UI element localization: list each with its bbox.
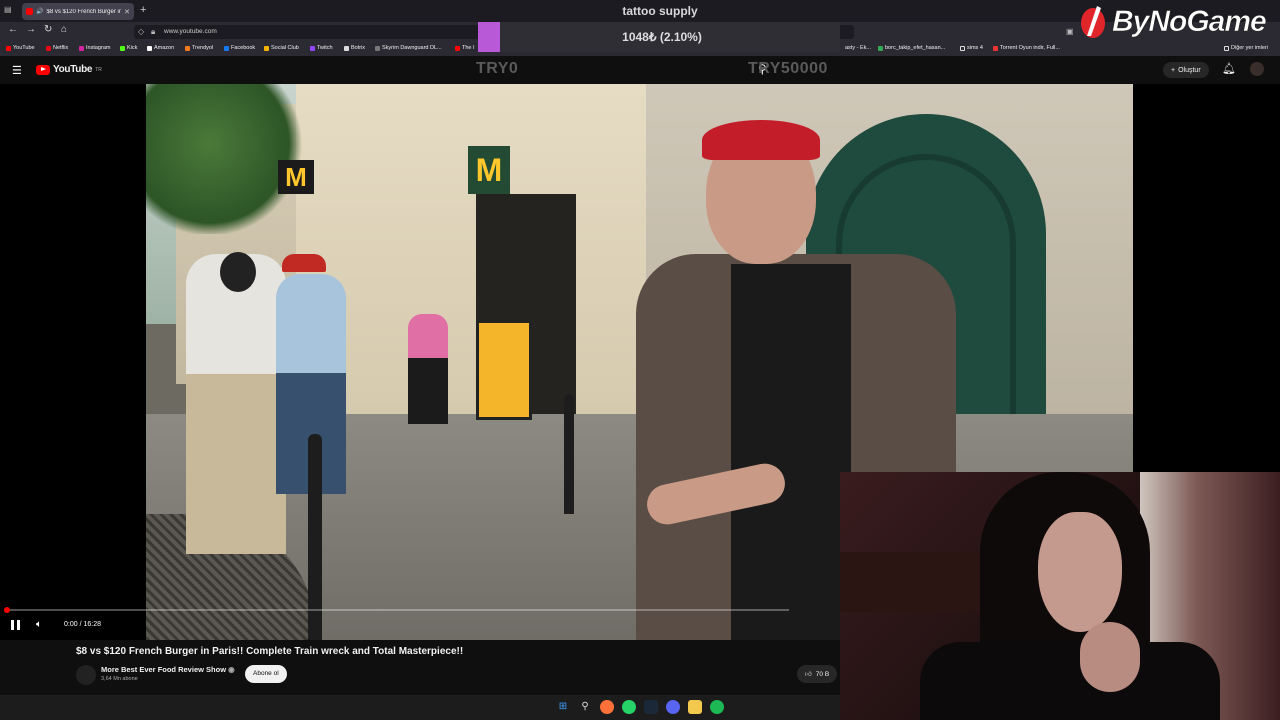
volume-icon[interactable]: 🔈︎ bbox=[36, 619, 42, 630]
menu-icon[interactable]: ☰ bbox=[12, 64, 22, 77]
tab-title: $8 vs $120 French Burger in... bbox=[46, 8, 122, 15]
video-scrubber-handle[interactable] bbox=[4, 607, 10, 613]
spotify-icon[interactable] bbox=[710, 700, 724, 714]
video-progress-bar[interactable] bbox=[6, 609, 789, 611]
webcam-streamer-body bbox=[920, 642, 1220, 720]
webcam-streamer-hand bbox=[1080, 622, 1140, 692]
video-frame-pedestrian-head bbox=[220, 252, 256, 292]
mcdonalds-sign-icon: M bbox=[468, 146, 510, 194]
video-frame-pedestrian-hat bbox=[282, 254, 326, 272]
verified-icon: ◉ bbox=[228, 665, 235, 674]
channel-subscribers: 3,64 Mn abone bbox=[101, 676, 138, 682]
notifications-bell-icon[interactable]: 🔔︎ bbox=[1222, 62, 1236, 75]
youtube-favicon-icon bbox=[26, 8, 33, 15]
avatar[interactable] bbox=[1250, 62, 1264, 76]
video-frame-host-shirt bbox=[731, 264, 851, 640]
youtube-header bbox=[0, 56, 1280, 84]
channel-name[interactable]: More Best Ever Food Review Show ◉ bbox=[101, 665, 235, 674]
back-icon[interactable]: ← bbox=[8, 24, 18, 35]
create-button[interactable]: + Oluştur bbox=[1163, 62, 1209, 78]
bookmark-item[interactable]: Skyrim Dawnguard DL... bbox=[375, 45, 442, 51]
donation-goal-title: tattoo supply bbox=[622, 4, 698, 18]
video-time: 0:00 / 16:28 bbox=[64, 621, 101, 628]
bookmark-item[interactable]: The I bbox=[455, 45, 475, 51]
bookmark-item[interactable]: Amazon bbox=[147, 45, 174, 51]
bookmark-item[interactable]: Torrent Oyun indir, Full... bbox=[993, 45, 1060, 51]
video-frame-bollard bbox=[564, 394, 574, 514]
file-explorer-icon[interactable] bbox=[688, 700, 702, 714]
youtube-play-icon bbox=[36, 64, 50, 75]
shield-icon[interactable]: ◇ bbox=[138, 27, 144, 36]
windows-start-icon[interactable]: ⊞ bbox=[556, 700, 570, 714]
subscribe-button[interactable]: Abone ol bbox=[245, 665, 287, 683]
bookmark-item[interactable]: YouTube bbox=[6, 45, 35, 51]
video-frame-pedestrian bbox=[408, 314, 448, 424]
pause-icon[interactable] bbox=[11, 620, 20, 630]
bookmark-item[interactable]: Social Club bbox=[264, 45, 299, 51]
picture-in-picture-icon[interactable]: ▣ bbox=[1066, 27, 1074, 36]
steam-icon[interactable] bbox=[644, 700, 658, 714]
bookmark-item[interactable]: asty - Ek... bbox=[845, 45, 871, 51]
other-bookmarks[interactable]: Diğer yer imleri bbox=[1224, 45, 1268, 51]
video-frame-menu-sign bbox=[476, 320, 532, 420]
browser-tab-active[interactable]: 🔊 $8 vs $120 French Burger in... ✕ bbox=[22, 3, 134, 20]
bookmark-item[interactable]: Instagram bbox=[79, 45, 110, 51]
video-frame-host-bandana bbox=[702, 120, 820, 160]
bookmark-item[interactable]: Botrix bbox=[344, 45, 365, 51]
home-icon[interactable]: ⌂ bbox=[61, 24, 67, 35]
discord-icon[interactable] bbox=[666, 700, 680, 714]
bookmark-item[interactable]: borc_takip_efet_hasan... bbox=[878, 45, 945, 51]
thumbs-up-icon: 👍︎ bbox=[805, 671, 812, 678]
bookmark-item[interactable]: Twitch bbox=[310, 45, 333, 51]
like-button[interactable]: 👍︎ 70 B bbox=[797, 665, 838, 683]
webcam-background-table bbox=[840, 552, 1000, 612]
webcam-streamer-face bbox=[1038, 512, 1122, 632]
streamer-webcam bbox=[840, 472, 1280, 720]
search-icon[interactable]: ⚲ bbox=[578, 700, 592, 714]
donation-goal-amount: 1048₺ (2.10%) bbox=[622, 30, 702, 44]
bookmark-item[interactable]: Netflix bbox=[46, 45, 68, 51]
bookmark-folder[interactable]: sims 4 bbox=[960, 45, 983, 51]
youtube-logo[interactable]: YouTube TR bbox=[36, 64, 102, 75]
speaker-icon[interactable]: 🔊 bbox=[36, 8, 43, 15]
new-tab-icon[interactable]: + bbox=[140, 4, 146, 16]
video-frame-tree bbox=[146, 84, 306, 234]
forward-icon[interactable]: → bbox=[26, 24, 36, 35]
firefox-icon[interactable] bbox=[600, 700, 614, 714]
plus-icon: + bbox=[1171, 66, 1176, 74]
bookmark-item[interactable]: Kick bbox=[120, 45, 137, 51]
video-frame-pedestrian bbox=[186, 254, 286, 554]
channel-avatar[interactable] bbox=[76, 665, 96, 685]
tab-list-icon[interactable]: ▤ bbox=[4, 5, 12, 14]
donation-goal-max: TRY50000 bbox=[748, 60, 828, 77]
bynogame-logo: ByNoGame bbox=[1078, 2, 1267, 42]
video-title: $8 vs $120 French Burger in Paris!! Comp… bbox=[76, 646, 464, 657]
donation-goal-min: TRY0 bbox=[476, 60, 519, 77]
whatsapp-icon[interactable] bbox=[622, 700, 636, 714]
close-tab-icon[interactable]: ✕ bbox=[124, 8, 130, 16]
reload-icon[interactable]: ↻ bbox=[44, 24, 52, 35]
bookmark-item[interactable]: Trendyol bbox=[185, 45, 213, 51]
mcdonalds-sign-icon: M bbox=[278, 160, 314, 194]
bookmark-item[interactable]: Facebook bbox=[224, 45, 255, 51]
bynogame-logo-icon bbox=[1081, 6, 1105, 38]
lock-icon[interactable]: 🔒︎ bbox=[151, 27, 155, 37]
